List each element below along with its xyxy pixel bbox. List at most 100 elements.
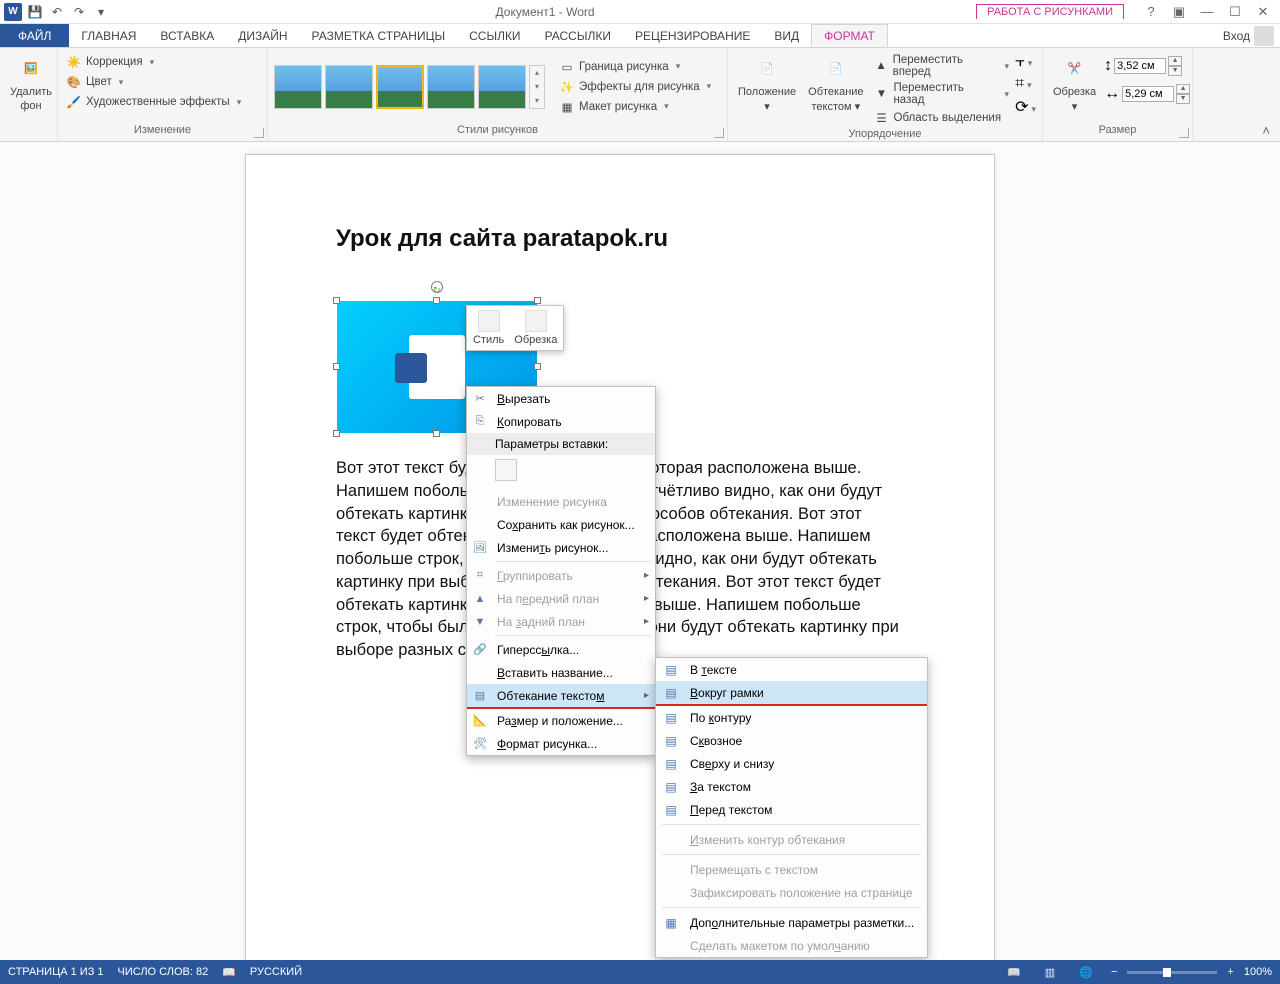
- zoom-control[interactable]: − + 100%: [1111, 966, 1272, 978]
- style-thumb[interactable]: [478, 65, 526, 109]
- close-icon[interactable]: ✕: [1254, 4, 1272, 20]
- view-web-icon[interactable]: 🌐: [1075, 966, 1097, 979]
- picture-border-button[interactable]: ▭Граница рисунка: [557, 58, 713, 76]
- view-print-icon[interactable]: ▥: [1039, 966, 1061, 979]
- rotation-handle[interactable]: [431, 281, 443, 293]
- status-page[interactable]: СТРАНИЦА 1 ИЗ 1: [8, 966, 104, 978]
- resize-handle[interactable]: [333, 430, 340, 437]
- collapse-ribbon-icon[interactable]: ˄: [1262, 123, 1270, 138]
- ribbon: 🖼️ Удалить фон ☀️Коррекция 🎨Цвет 🖌️Худож…: [0, 48, 1280, 142]
- qat-dropdown-icon[interactable]: ▾: [92, 3, 110, 21]
- ctx-wrap-text[interactable]: ▤Обтекание текстом▸: [467, 684, 655, 707]
- ctx-insert-caption[interactable]: Вставить название...: [467, 661, 655, 684]
- tab-view[interactable]: ВИД: [762, 24, 811, 47]
- picture-effects-button[interactable]: ✨Эффекты для рисунка: [557, 78, 713, 96]
- styles-launcher-icon[interactable]: [714, 128, 724, 138]
- status-language[interactable]: РУССКИЙ: [250, 966, 302, 978]
- proofing-icon[interactable]: 📖: [222, 966, 236, 979]
- style-thumb[interactable]: [274, 65, 322, 109]
- ctx-paste-options: [467, 455, 655, 490]
- view-read-icon[interactable]: 📖: [1003, 966, 1025, 979]
- zoom-value[interactable]: 100%: [1244, 966, 1272, 978]
- minimize-icon[interactable]: —: [1198, 4, 1216, 20]
- ctx-change-picture[interactable]: 🖼Изменить рисунок...: [467, 536, 655, 559]
- ctx-paste-header: Параметры вставки:: [467, 433, 655, 455]
- align-icon[interactable]: ⫟: [1015, 53, 1036, 71]
- resize-handle[interactable]: [534, 363, 541, 370]
- login-label[interactable]: Вход: [1223, 29, 1250, 43]
- send-backward-button[interactable]: ▼Переместить назад: [872, 81, 1012, 107]
- size-launcher-icon[interactable]: [1179, 128, 1189, 138]
- remove-background-button[interactable]: 🖼️ Удалить фон: [6, 50, 56, 114]
- contextual-tab-header: РАБОТА С РИСУНКАМИ: [976, 4, 1124, 19]
- tab-references[interactable]: ССЫЛКИ: [457, 24, 532, 47]
- picture-styles-gallery[interactable]: ▴▾▾: [274, 65, 545, 109]
- resize-handle[interactable]: [534, 297, 541, 304]
- style-thumb[interactable]: [427, 65, 475, 109]
- redo-icon[interactable]: ↷: [70, 3, 88, 21]
- tab-page-layout[interactable]: РАЗМЕТКА СТРАНИЦЫ: [300, 24, 458, 47]
- status-wordcount[interactable]: ЧИСЛО СЛОВ: 82: [118, 966, 209, 978]
- paste-option-button[interactable]: [495, 459, 517, 481]
- selection-pane-button[interactable]: ☰Область выделения: [872, 109, 1012, 127]
- tab-mailings[interactable]: РАССЫЛКИ: [533, 24, 623, 47]
- user-avatar-icon[interactable]: [1254, 26, 1274, 46]
- tab-home[interactable]: ГЛАВНАЯ: [69, 24, 148, 47]
- resize-handle[interactable]: [333, 363, 340, 370]
- zoom-out-icon[interactable]: −: [1111, 966, 1117, 978]
- maximize-icon[interactable]: ☐: [1226, 4, 1244, 20]
- wrap-topbottom[interactable]: ▤Сверху и снизу: [656, 752, 927, 775]
- wrap-more-layout[interactable]: ▦Дополнительные параметры разметки...: [656, 911, 927, 934]
- help-icon[interactable]: ?: [1142, 4, 1160, 20]
- resize-handle[interactable]: [433, 297, 440, 304]
- corrections-button[interactable]: ☀️Коррекция: [64, 53, 156, 71]
- artistic-effects-button[interactable]: 🖌️Художественные эффекты: [64, 93, 243, 111]
- wrap-tight[interactable]: ▤По контуру: [656, 706, 927, 729]
- ctx-copy[interactable]: ⎘Копировать: [467, 410, 655, 433]
- undo-icon[interactable]: ↶: [48, 3, 66, 21]
- wrap-behind[interactable]: ▤За текстом: [656, 775, 927, 798]
- gallery-more-button[interactable]: ▴▾▾: [529, 65, 545, 109]
- adjust-launcher-icon[interactable]: [254, 128, 264, 138]
- status-bar: СТРАНИЦА 1 ИЗ 1 ЧИСЛО СЛОВ: 82 📖 РУССКИЙ…: [0, 960, 1280, 984]
- tab-design[interactable]: ДИЗАЙН: [226, 24, 299, 47]
- width-field[interactable]: ↔▲▼: [1104, 84, 1190, 104]
- border-icon: ▭: [559, 59, 575, 75]
- style-thumb[interactable]: [325, 65, 373, 109]
- ctx-save-as-picture[interactable]: Сохранить как рисунок...: [467, 513, 655, 536]
- resize-handle[interactable]: [333, 297, 340, 304]
- ctx-hyperlink[interactable]: 🔗Гиперссылка...: [467, 638, 655, 661]
- mini-crop-button[interactable]: Обрезка: [514, 310, 557, 346]
- zoom-in-icon[interactable]: +: [1227, 966, 1233, 978]
- height-field[interactable]: ↕▲▼: [1104, 56, 1190, 76]
- resize-handle[interactable]: [433, 430, 440, 437]
- tab-file[interactable]: ФАЙЛ: [0, 24, 69, 47]
- tab-insert[interactable]: ВСТАВКА: [148, 24, 226, 47]
- picture-layout-button[interactable]: ▦Макет рисунка: [557, 98, 713, 116]
- position-button[interactable]: 📄Положение▾: [734, 50, 800, 115]
- style-thumb-selected[interactable]: [376, 65, 424, 109]
- color-button[interactable]: 🎨Цвет: [64, 73, 125, 91]
- group-icon[interactable]: ⌗: [1015, 75, 1036, 93]
- artistic-icon: 🖌️: [66, 94, 82, 110]
- wrap-text-button[interactable]: 📄Обтеканиетекстом ▾: [804, 50, 867, 115]
- crop-button[interactable]: ✂️Обрезка▾: [1049, 50, 1100, 115]
- wrap-front[interactable]: ▤Перед текстом: [656, 798, 927, 821]
- ctx-format-picture[interactable]: 🛠Формат рисунка...: [467, 732, 655, 755]
- position-icon: 📄: [751, 52, 783, 84]
- ribbon-display-icon[interactable]: ▣: [1170, 4, 1188, 20]
- save-icon[interactable]: 💾: [26, 3, 44, 21]
- tab-review[interactable]: РЕЦЕНЗИРОВАНИЕ: [623, 24, 762, 47]
- wrap-square[interactable]: ▤Вокруг рамки: [656, 681, 927, 704]
- rotate-icon[interactable]: ⟳: [1015, 97, 1036, 117]
- mini-style-button[interactable]: Стиль: [473, 310, 504, 346]
- ctx-size-position[interactable]: 📐Размер и положение...: [467, 709, 655, 732]
- wrap-inline[interactable]: ▤В тексте: [656, 658, 927, 681]
- wrap-through[interactable]: ▤Сквозное: [656, 729, 927, 752]
- tab-format[interactable]: ФОРМАТ: [811, 24, 888, 47]
- height-icon: ↕: [1104, 57, 1112, 75]
- backward-icon: ▼: [874, 86, 890, 102]
- zoom-slider[interactable]: [1127, 971, 1217, 974]
- bring-forward-button[interactable]: ▲Переместить вперед: [872, 53, 1012, 79]
- ctx-cut[interactable]: ✂Вырезать: [467, 387, 655, 410]
